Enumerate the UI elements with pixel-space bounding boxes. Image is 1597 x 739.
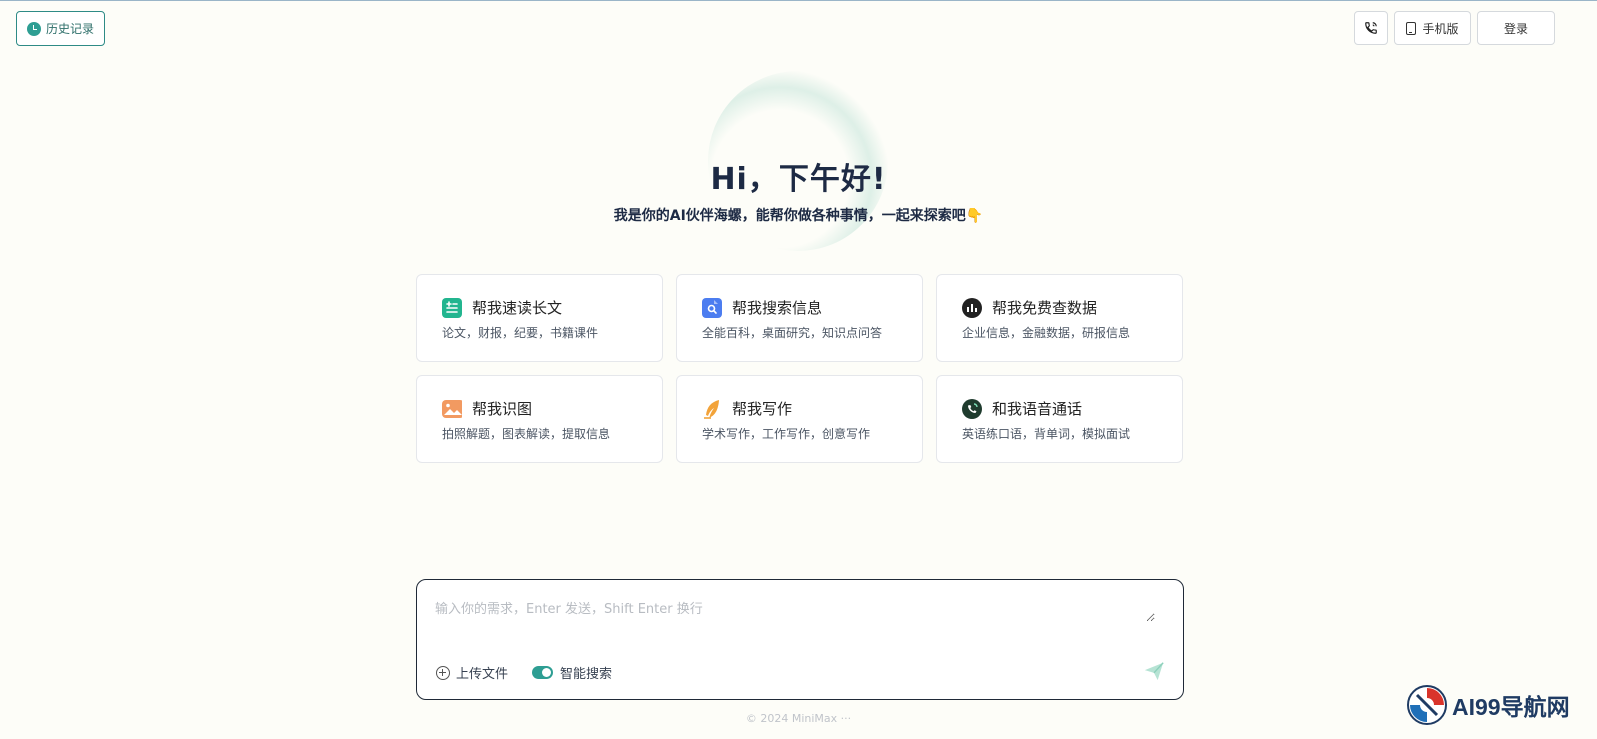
phone-icon [1365, 22, 1377, 34]
card-speed-read[interactable]: 帮我速读长文 论文，财报，纪要，书籍课件 [416, 274, 663, 362]
message-input[interactable] [435, 598, 1155, 622]
card-recognize-image[interactable]: 帮我识图 拍照解题，图表解读，提取信息 [416, 375, 663, 463]
site-watermark: AI99导航网 [1406, 684, 1570, 726]
history-button[interactable]: 历史记录 [16, 11, 105, 46]
copyright-footer: © 2024 MiniMax ··· [745, 712, 852, 725]
login-button[interactable]: 登录 [1477, 11, 1555, 45]
card-desc: 企业信息，金融数据，研报信息 [962, 326, 1131, 340]
voice-call-button[interactable] [1354, 11, 1388, 45]
smart-search-toggle[interactable]: 智能搜索 [532, 663, 612, 682]
card-desc: 拍照解题，图表解读，提取信息 [442, 427, 611, 441]
message-composer: 上传文件 智能搜索 [416, 579, 1184, 700]
card-free-data[interactable]: 帮我免费查数据 企业信息，金融数据，研报信息 [936, 274, 1183, 362]
card-search-info[interactable]: 帮我搜索信息 全能百科，桌面研究，知识点问答 [676, 274, 923, 362]
greeting-title: Hi，下午好! [710, 162, 887, 197]
card-title: 帮我识图 [472, 400, 533, 418]
feather-icon [704, 399, 719, 419]
card-title: 帮我搜索信息 [732, 299, 823, 317]
watermark-text: AI99导航网 [1452, 694, 1570, 720]
feature-cards: 帮我速读长文 论文，财报，纪要，书籍课件 帮我搜索信息 全能百科，桌面研究，知识… [416, 274, 1183, 463]
top-right-actions: 手机版 登录 [1354, 11, 1555, 45]
send-icon[interactable] [1143, 660, 1165, 682]
upload-label: 上传文件 [456, 667, 509, 682]
card-desc: 全能百科，桌面研究，知识点问答 [702, 326, 883, 340]
image-icon [442, 399, 462, 418]
card-voice-call[interactable]: 和我语音通话 英语练口语，背单词，模拟面试 [936, 375, 1183, 463]
mobile-label: 手机版 [1422, 21, 1459, 36]
card-desc: 学术写作，工作写作，创意写作 [702, 427, 871, 441]
plus-circle-icon [436, 665, 450, 680]
login-label: 登录 [1503, 21, 1528, 36]
search-doc-icon [702, 297, 722, 318]
ai99-logo-icon [1407, 685, 1447, 725]
greeting-subtitle: 我是你的AI伙伴海螺，能帮你做各种事情，一起来探索吧👇 [613, 208, 984, 224]
upload-file-button[interactable]: 上传文件 [436, 663, 508, 682]
card-title: 帮我免费查数据 [992, 299, 1098, 317]
history-label: 历史记录 [45, 22, 94, 36]
phone-call-icon [962, 398, 982, 419]
mobile-version-button[interactable]: 手机版 [1394, 11, 1471, 45]
toggle-switch-icon [532, 666, 553, 679]
tablet-icon [1406, 21, 1417, 35]
document-lines-icon [442, 297, 462, 318]
clock-icon [26, 21, 41, 36]
chart-search-icon [962, 297, 982, 318]
card-desc: 论文，财报，纪要，书籍课件 [442, 326, 599, 340]
card-title: 和我语音通话 [992, 400, 1083, 418]
card-desc: 英语练口语，背单词，模拟面试 [962, 427, 1131, 441]
card-title: 帮我速读长文 [472, 299, 563, 317]
card-writing[interactable]: 帮我写作 学术写作，工作写作，创意写作 [676, 375, 923, 463]
smart-search-label: 智能搜索 [560, 667, 613, 682]
card-title: 帮我写作 [732, 400, 793, 418]
